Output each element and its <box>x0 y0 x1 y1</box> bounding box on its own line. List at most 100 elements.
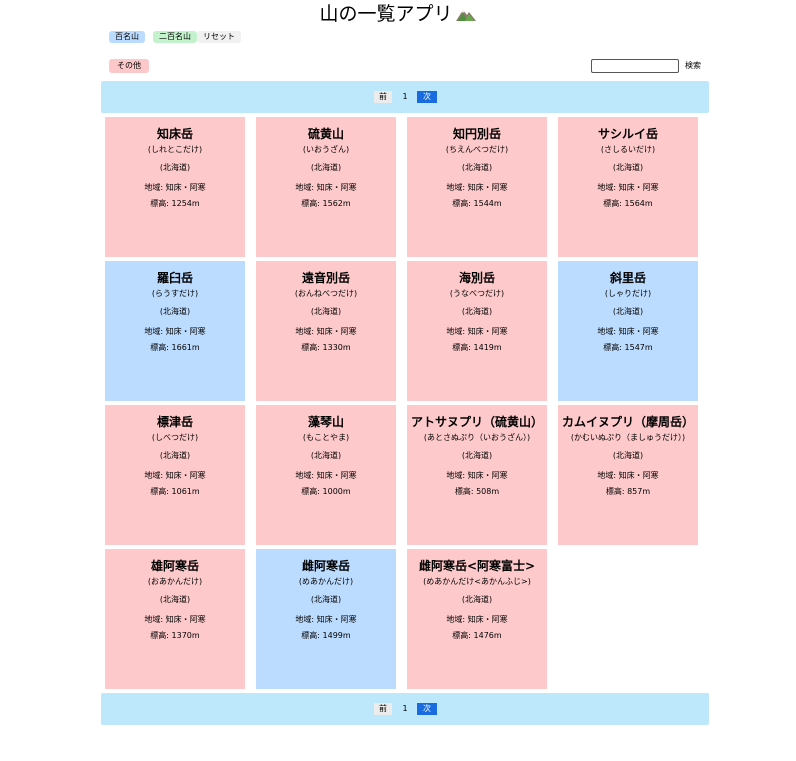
mountain-elevation: 標高: 1061m <box>150 487 200 496</box>
mountain-kana: (かむいぬぷり（ましゅうだけ）) <box>570 433 686 442</box>
mountain-prefecture: (北海道) <box>159 163 191 172</box>
mountain-prefecture: (北海道) <box>310 595 342 604</box>
mountain-area: 地域: 知床・阿寒 <box>295 615 357 624</box>
mountain-prefecture: (北海道) <box>310 163 342 172</box>
mountain-kana: (うなべつだけ) <box>449 289 505 298</box>
filter-other-button[interactable]: その他 <box>109 59 149 73</box>
mountain-kana: (ちえんべつだけ) <box>445 145 509 154</box>
mountain-area: 地域: 知床・阿寒 <box>144 327 206 336</box>
mountain-card[interactable]: 知床岳 (しれとこだけ) (北海道) 地域: 知床・阿寒 標高: 1254m <box>105 117 245 257</box>
filter-nihyakumeizan-button[interactable]: 二百名山 <box>153 31 197 43</box>
mountain-name: 斜里岳 <box>609 271 646 285</box>
mountain-elevation: 標高: 1419m <box>452 343 502 352</box>
mountain-kana: (さしるいだけ) <box>600 145 656 154</box>
mountain-elevation: 標高: 1330m <box>301 343 351 352</box>
mountain-card[interactable]: 海別岳 (うなべつだけ) (北海道) 地域: 知床・阿寒 標高: 1419m <box>407 261 547 401</box>
mountain-name: 知床岳 <box>156 127 193 141</box>
mountain-prefecture: (北海道) <box>612 307 644 316</box>
mountain-prefecture: (北海道) <box>612 451 644 460</box>
pagination-bottom: 前 1 次 <box>101 693 709 725</box>
mountain-elevation: 標高: 1562m <box>301 199 351 208</box>
mountain-name: 硫黄山 <box>307 127 344 141</box>
mountain-kana: (しゃりだけ) <box>604 289 652 298</box>
mountain-elevation: 標高: 857m <box>605 487 651 496</box>
mountain-card[interactable]: アトサヌプリ（硫黄山） (あとさぬぷり（いおうざん）) (北海道) 地域: 知床・阿寒… <box>407 405 547 545</box>
mountain-name: アトサヌプリ（硫黄山） <box>410 415 543 429</box>
mountain-card[interactable]: 斜里岳 (しゃりだけ) (北海道) 地域: 知床・阿寒 標高: 1547m <box>558 261 698 401</box>
mountain-elevation: 標高: 1661m <box>150 343 200 352</box>
filter-hyakumeizan-button[interactable]: 百名山 <box>109 31 145 43</box>
mountain-elevation: 標高: 1370m <box>150 631 200 640</box>
page-number[interactable]: 1 <box>401 703 409 715</box>
mountain-elevation: 標高: 1564m <box>603 199 653 208</box>
mountain-name: 遠音別岳 <box>301 271 350 285</box>
page-number[interactable]: 1 <box>401 91 409 103</box>
mountain-area: 地域: 知床・阿寒 <box>144 183 206 192</box>
mountain-elevation: 標高: 1000m <box>301 487 351 496</box>
mountain-area: 地域: 知床・阿寒 <box>446 183 508 192</box>
mountain-card[interactable]: 藻琴山 (もことやま) (北海道) 地域: 知床・阿寒 標高: 1000m <box>256 405 396 545</box>
mountain-area: 地域: 知床・阿寒 <box>446 615 508 624</box>
mountain-elevation: 標高: 1254m <box>150 199 200 208</box>
mountain-card[interactable]: 雌阿寒岳<阿寒富士> (めあかんだけ<あかんふじ>) (北海道) 地域: 知床・阿寒標… <box>407 549 547 689</box>
mountain-area: 地域: 知床・阿寒 <box>446 471 508 480</box>
mountain-prefecture: (北海道) <box>461 163 493 172</box>
mountain-prefecture: (北海道) <box>612 163 644 172</box>
mountain-card[interactable]: カムイヌプリ（摩周岳） (かむいぬぷり（ましゅうだけ）) (北海道) 地域: 知床・阿… <box>558 405 698 545</box>
mountain-name: サシルイ岳 <box>597 127 658 141</box>
page-title: 山の一覧アプリ <box>0 2 796 26</box>
mountain-prefecture: (北海道) <box>461 451 493 460</box>
mountain-card[interactable]: 知円別岳 (ちえんべつだけ) (北海道) 地域: 知床・阿寒 標高: 1544m <box>407 117 547 257</box>
pagination-top: 前 1 次 <box>101 81 709 113</box>
mountain-card[interactable]: 遠音別岳 (おんねべつだけ) (北海道) 地域: 知床・阿寒 標高: 1330m <box>256 261 396 401</box>
mountain-card[interactable]: 標津岳 (しべつだけ) (北海道) 地域: 知床・阿寒 標高: 1061m <box>105 405 245 545</box>
mountain-area: 地域: 知床・阿寒 <box>446 327 508 336</box>
mountain-area: 地域: 知床・阿寒 <box>597 183 659 192</box>
mountain-kana: (おあかんだけ) <box>147 577 203 586</box>
mountain-prefecture: (北海道) <box>159 451 191 460</box>
mountain-name: 雄阿寒岳 <box>150 559 199 573</box>
reset-button[interactable]: リセット <box>197 31 241 43</box>
mountain-area: 地域: 知床・阿寒 <box>295 471 357 480</box>
mountain-elevation: 標高: 1547m <box>603 343 653 352</box>
mountain-area: 地域: 知床・阿寒 <box>295 183 357 192</box>
mountain-elevation: 標高: 1544m <box>452 199 502 208</box>
mountain-name: 標津岳 <box>156 415 193 429</box>
mountain-elevation: 標高: 508m <box>454 487 500 496</box>
mountain-kana: (あとさぬぷり（いおうざん）) <box>423 433 531 442</box>
mountain-kana: (しれとこだけ) <box>147 145 203 154</box>
prev-page-button[interactable]: 前 <box>374 91 392 103</box>
prev-page-button[interactable]: 前 <box>374 703 392 715</box>
mountain-kana: (めあかんだけ<あかんふじ>) <box>423 577 531 586</box>
mountain-area: 地域: 知床・阿寒 <box>597 471 659 480</box>
mountain-card[interactable]: 雄阿寒岳 (おあかんだけ) (北海道) 地域: 知床・阿寒 標高: 1370m <box>105 549 245 689</box>
mountain-name: 雌阿寒岳<阿寒富士> <box>418 559 536 573</box>
next-page-button[interactable]: 次 <box>417 703 437 715</box>
mountain-kana: (しべつだけ) <box>151 433 199 442</box>
mountain-name: 藻琴山 <box>307 415 344 429</box>
mountain-name: 羅臼岳 <box>156 271 193 285</box>
page-title-text: 山の一覧アプリ <box>319 3 453 25</box>
mountain-card[interactable]: サシルイ岳 (さしるいだけ) (北海道) 地域: 知床・阿寒 標高: 1564m <box>558 117 698 257</box>
mountain-card[interactable]: 羅臼岳 (らうすだけ) (北海道) 地域: 知床・阿寒 標高: 1661m <box>105 261 245 401</box>
mountain-card[interactable]: 硫黄山 (いおうざん) (北海道) 地域: 知床・阿寒 標高: 1562m <box>256 117 396 257</box>
mountain-area: 地域: 知床・阿寒 <box>144 615 206 624</box>
mountain-area: 地域: 知床・阿寒 <box>144 471 206 480</box>
mountain-prefecture: (北海道) <box>461 595 493 604</box>
mountain-card[interactable]: 雌阿寒岳 (めあかんだけ) (北海道) 地域: 知床・阿寒 標高: 1499m <box>256 549 396 689</box>
mountain-kana: (いおうざん) <box>302 145 350 154</box>
mountain-prefecture: (北海道) <box>159 595 191 604</box>
mountain-name: 知円別岳 <box>452 127 501 141</box>
mountain-area: 地域: 知床・阿寒 <box>597 327 659 336</box>
search-button[interactable]: 検索 <box>685 60 701 72</box>
mountain-prefecture: (北海道) <box>159 307 191 316</box>
mountain-elevation: 標高: 1499m <box>301 631 351 640</box>
mountain-area: 地域: 知床・阿寒 <box>295 327 357 336</box>
mountain-prefecture: (北海道) <box>461 307 493 316</box>
mountain-name: 雌阿寒岳 <box>301 559 350 573</box>
next-page-button[interactable]: 次 <box>417 91 437 103</box>
search-input[interactable] <box>591 59 679 73</box>
mountain-kana: (めあかんだけ) <box>298 577 354 586</box>
mountain-kana: (もことやま) <box>302 433 350 442</box>
mountain-name: 海別岳 <box>458 271 495 285</box>
